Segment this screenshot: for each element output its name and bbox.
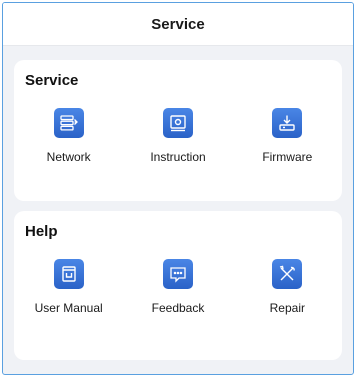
firmware-button[interactable]: Firmware: [233, 108, 342, 164]
instruction-icon: [162, 108, 193, 138]
service-items: Network Instruction Firmware: [14, 108, 342, 164]
page-header: Service: [3, 3, 353, 46]
firmware-download-icon: [272, 108, 303, 138]
network-icon: [53, 108, 84, 138]
feedback-label: Feedback: [151, 301, 205, 315]
app-window: Service Service Network Instruction Firm…: [2, 2, 354, 375]
network-button[interactable]: Network: [14, 108, 123, 164]
repair-tools-icon: [272, 259, 303, 289]
user-manual-label: User Manual: [34, 301, 103, 315]
manual-book-icon: [53, 259, 84, 289]
instruction-label: Instruction: [150, 150, 206, 164]
feedback-chat-icon: [162, 259, 193, 289]
page-title: Service: [151, 15, 205, 33]
instruction-button[interactable]: Instruction: [123, 108, 232, 164]
firmware-label: Firmware: [262, 150, 313, 164]
service-section-title: Service: [25, 72, 79, 89]
help-section-title: Help: [25, 223, 58, 240]
help-items: User Manual Feedback Repair: [14, 259, 342, 315]
feedback-button[interactable]: Feedback: [123, 259, 232, 315]
service-section-card: Service Network Instruction Firmware: [14, 60, 342, 201]
help-section-card: Help User Manual Feedback Repair: [14, 211, 342, 360]
repair-label: Repair: [269, 301, 305, 315]
repair-button[interactable]: Repair: [233, 259, 342, 315]
user-manual-button[interactable]: User Manual: [14, 259, 123, 315]
network-label: Network: [46, 150, 91, 164]
